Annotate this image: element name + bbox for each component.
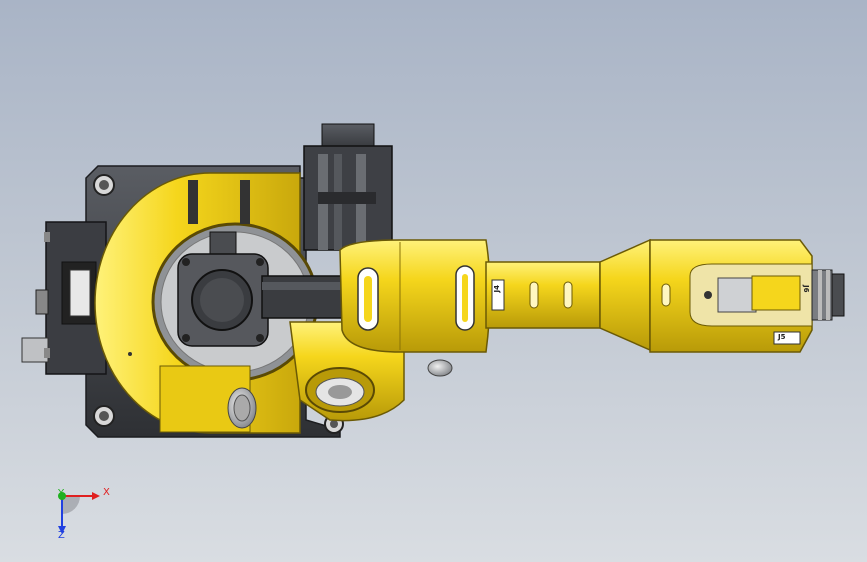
j4-forearm <box>485 238 651 352</box>
coordinate-triad-icon <box>58 492 100 534</box>
j6-flange <box>811 269 845 321</box>
graphics-viewport[interactable]: J4 J5 J6 X Y Z <box>0 0 867 562</box>
base-connector-block <box>21 221 107 375</box>
cable-hose <box>227 387 257 429</box>
joint-label-j5: J5 <box>778 333 786 341</box>
robot-model-view[interactable] <box>0 0 867 562</box>
triad-y-label: Y <box>58 488 65 499</box>
j2-arm-link <box>261 275 353 319</box>
triad-z-label: Z <box>58 530 65 541</box>
joint-label-j6: J6 <box>802 285 810 293</box>
j2-motor <box>303 123 393 251</box>
joint-label-j4: J4 <box>493 285 501 293</box>
j5-wrist <box>649 239 813 353</box>
triad-x-label: X <box>103 487 110 498</box>
